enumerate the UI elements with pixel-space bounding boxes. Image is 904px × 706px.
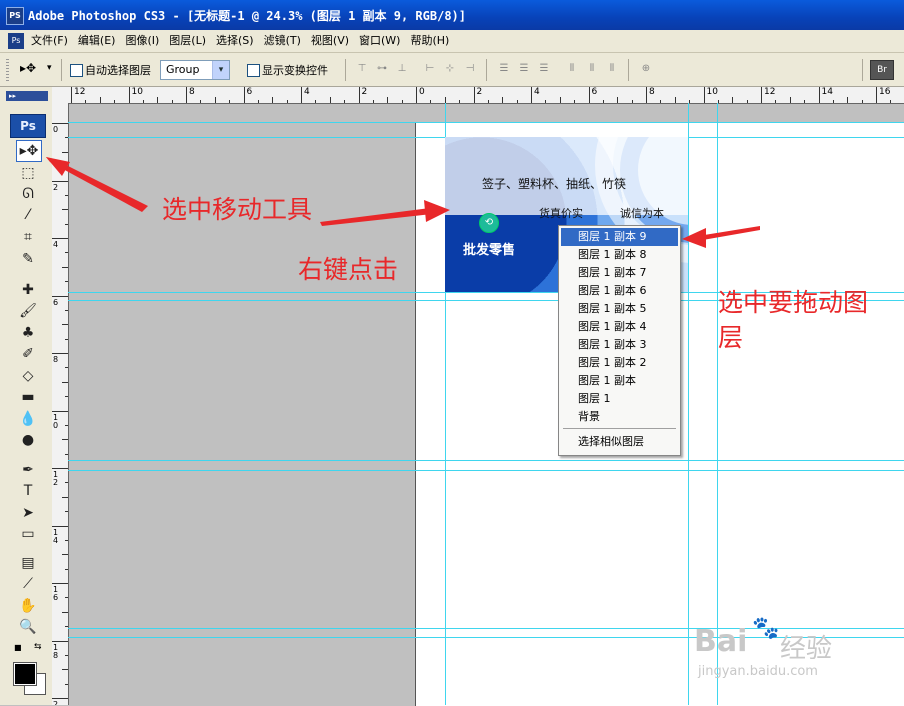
annotation-select-move-tool: 选中移动工具: [162, 195, 313, 224]
annotation-right-click: 右键点击: [298, 255, 399, 284]
annotation-arrow-move-tool-head: [46, 157, 70, 176]
annotation-select-layer-line2: 层: [718, 323, 744, 352]
annotation-arrow-layer: [697, 226, 760, 241]
annotation-select-layer-line1: 选中要拖动图: [718, 288, 869, 317]
annotation-arrows: [46, 157, 760, 248]
annotation-arrow-right-click: [320, 208, 432, 226]
paw-icon: 🐾: [752, 616, 780, 641]
watermark-url: jingyan.baidu.com: [698, 664, 818, 679]
annotation-arrow-right-click-head: [424, 200, 450, 222]
watermark-brand: Bai: [694, 624, 748, 659]
annotation-arrow-layer-head: [682, 228, 706, 248]
watermark-brand-cn: 经验: [780, 634, 833, 664]
